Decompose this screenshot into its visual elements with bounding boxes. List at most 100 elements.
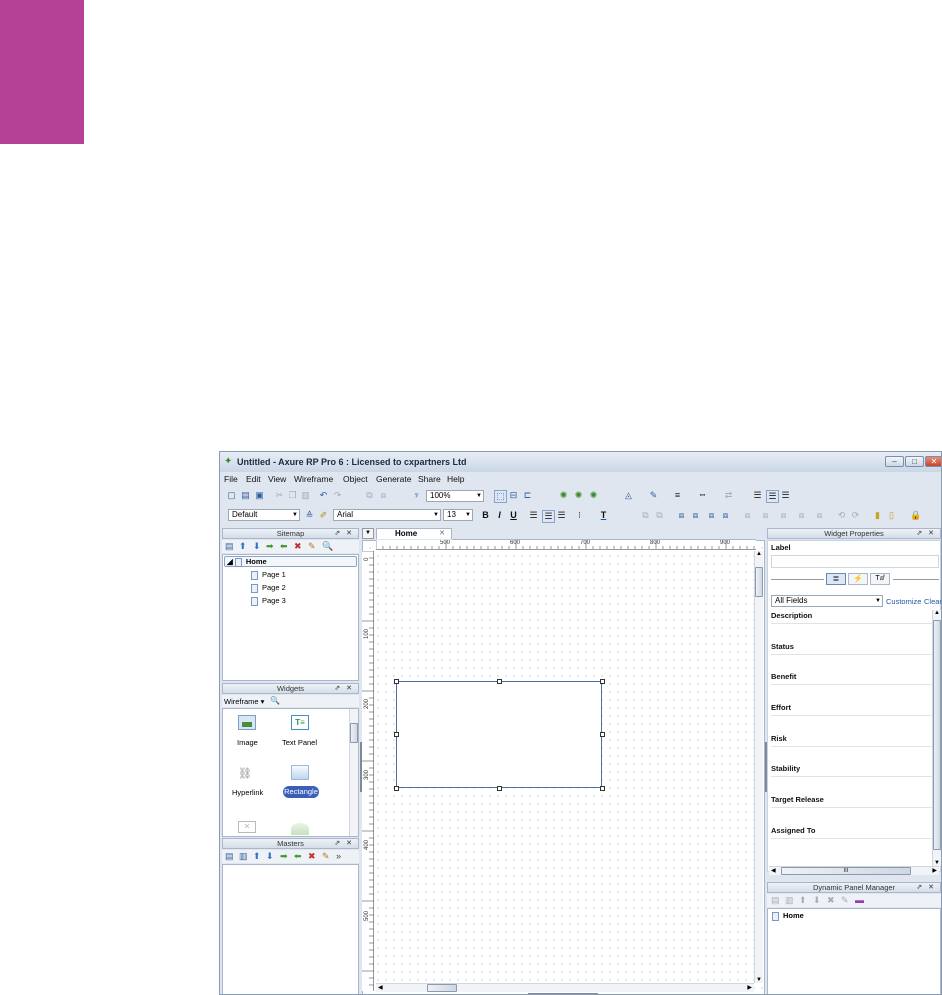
line-style-icon[interactable]: ┉ [697,490,708,501]
distribute-icon[interactable]: ⧈ [742,510,753,521]
move-up-icon[interactable]: ⬆ [239,541,247,552]
menu-view[interactable]: View [268,474,286,484]
rotate-icon[interactable]: ⟲ [836,510,847,521]
menu-wireframe[interactable]: Wireframe [294,474,333,484]
send-back-icon[interactable]: ⧉ [654,510,665,521]
align-right-icon[interactable]: ☰ [556,510,567,521]
generate-icon[interactable]: ✺ [588,490,599,501]
scroll-thumb[interactable] [350,723,358,743]
add-state-icon[interactable]: ▤ [771,895,780,906]
align-left-icon[interactable]: ☰ [528,510,539,521]
fill-color-icon[interactable]: ◬ [623,490,634,501]
widget-library-select[interactable]: Wireframe ▾ [224,697,264,706]
clear-link[interactable]: Clear [924,597,941,606]
style-select[interactable]: Default ▼ [228,509,300,521]
scroll-right-icon[interactable]: ▶ [932,867,937,874]
save-icon[interactable]: ▣ [254,490,265,501]
benefit-field[interactable] [771,684,933,697]
sitemap-root[interactable]: ◢ Home [227,557,267,567]
canvas-vscroll[interactable]: ▲ ▼ [754,551,763,983]
resize-handle-s[interactable] [497,786,502,791]
scroll-up-icon[interactable]: ▲ [934,610,940,616]
pin-close-icon[interactable]: ⇗ ✕ [916,883,936,893]
rectangle-widget[interactable] [396,681,602,788]
pin-close-icon[interactable]: ⇗ ✕ [916,529,936,539]
rectangle-widget-icon[interactable] [291,765,309,780]
search-icon[interactable]: 🔍 [322,541,333,552]
rename-master-icon[interactable]: ✎ [322,851,330,862]
open-icon[interactable]: ▤ [240,490,251,501]
scroll-up-icon[interactable]: ▲ [756,551,762,557]
pin-close-icon[interactable]: ⇗ ✕ [334,839,354,849]
scroll-left-icon[interactable]: ◀ [771,867,776,874]
button-widget-icon[interactable] [291,823,309,835]
rename-page-icon[interactable]: ✎ [308,541,316,552]
sitemap-page-1[interactable]: Page 1 [251,570,286,580]
delete-page-icon[interactable]: ✖ [294,541,302,552]
bullets-icon[interactable]: ⁝ [574,510,585,521]
bring-front-icon[interactable]: ⧉ [640,510,651,521]
delete-state-icon[interactable]: ✖ [827,895,835,906]
maximize-button[interactable]: □ [905,456,924,467]
connector-icon[interactable]: ⊏ [522,490,533,501]
effort-field[interactable] [771,715,933,728]
rotate-2-icon[interactable]: ⟳ [850,510,861,521]
move-down-icon[interactable]: ⬇ [266,851,274,862]
distribute-4-icon[interactable]: ⧈ [796,510,807,521]
font-size-select[interactable]: 13 ▼ [443,509,473,521]
cut-icon[interactable]: ✂ [274,490,285,501]
list-alt-icon[interactable]: ☰ [780,490,791,501]
menu-file[interactable]: File [224,474,238,484]
annotations-tab-icon[interactable]: ≣ [826,573,846,585]
format-brush-icon[interactable]: ✐ [318,510,329,521]
outdent-icon[interactable]: ⬅ [280,541,288,552]
select-mode-icon[interactable]: ⬚ [494,490,507,503]
menu-share[interactable]: Share [418,474,441,484]
ungroup-icon[interactable]: ⧈ [378,490,389,501]
bold-button[interactable]: B [480,510,491,521]
text-panel-icon[interactable]: T≡ [291,715,309,730]
sitemap-page-3[interactable]: Page 3 [251,596,286,606]
zoom-select[interactable]: 100% ▼ [426,490,484,502]
align-tools-icon[interactable]: ⧈ [676,510,687,521]
resize-handle-e[interactable] [600,732,605,737]
add-page-icon[interactable]: ▤ [225,541,234,552]
pin-close-icon[interactable]: ⇗ ✕ [334,684,354,694]
move-down-icon[interactable]: ⬇ [253,541,261,552]
target-release-field[interactable] [771,807,933,820]
search-icon[interactable]: 🔍 [270,696,280,705]
scroll-left-icon[interactable]: ◀ [378,984,383,991]
align-tools-2-icon[interactable]: ⧈ [690,510,701,521]
image-widget-icon[interactable] [238,715,256,730]
move-up-icon[interactable]: ⬆ [253,851,261,862]
format-painter-icon[interactable]: ♆ [411,490,422,501]
list-icon[interactable]: ☰ [752,490,763,501]
unlock-icon[interactable]: ▯ [886,510,897,521]
menu-edit[interactable]: Edit [246,474,261,484]
publish-icon[interactable]: ✺ [573,490,584,501]
tab-menu-button[interactable]: ▼ [362,528,374,539]
dynamic-panel-root[interactable]: Home [772,911,804,921]
tab-home[interactable]: Home ✕ [376,528,452,539]
scroll-down-icon[interactable]: ▼ [756,977,762,983]
interactions-tab-icon[interactable]: ⚡ [848,573,868,585]
more-icon[interactable]: » [336,851,341,862]
description-field[interactable] [771,623,933,636]
resize-handle-n[interactable] [497,679,502,684]
new-icon[interactable]: ▢ [226,490,237,501]
delete-master-icon[interactable]: ✖ [308,851,316,862]
canvas-hscroll[interactable]: ◀ ▶ [376,983,754,992]
stability-field[interactable] [771,776,933,789]
list-selected-icon[interactable]: ☰ [766,490,779,503]
move-up-icon[interactable]: ⬆ [799,895,807,906]
move-down-icon[interactable]: ⬇ [813,895,821,906]
lock-icon[interactable]: ▮ [872,510,883,521]
panel-icon[interactable]: ▬ [855,895,864,906]
padlock-icon[interactable]: 🔒 [910,510,921,521]
add-master-icon[interactable]: ▤ [225,851,234,862]
properties-vscroll[interactable]: ▲ ▼ [932,610,941,866]
italic-button[interactable]: I [494,510,505,521]
hyperlink-icon[interactable]: ⛓ [238,767,252,780]
fields-filter-select[interactable]: All Fields ▼ [771,595,883,607]
distribute-3-icon[interactable]: ⧈ [778,510,789,521]
